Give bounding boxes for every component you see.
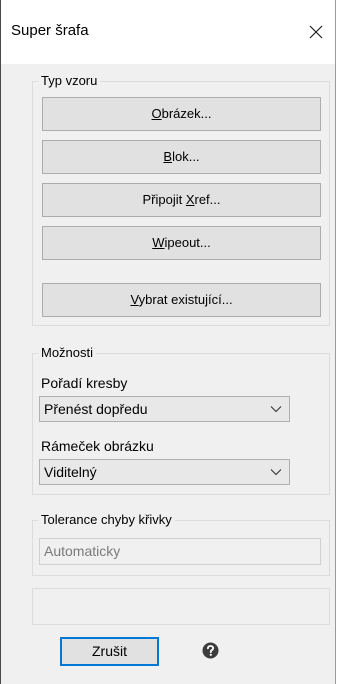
image-frame-label: Rámeček obrázku — [41, 438, 154, 454]
wipeout-button[interactable]: Wipeout... — [42, 226, 321, 260]
close-icon[interactable] — [301, 18, 331, 46]
curve-tolerance-field: Automaticky — [39, 538, 321, 565]
draw-order-select[interactable]: Přenést dopředu — [39, 396, 290, 422]
block-button[interactable]: Blok... — [42, 140, 321, 174]
super-hatch-dialog: Super šrafa Typ vzoru Obrázek... Blok...… — [0, 0, 336, 684]
image-button[interactable]: Obrázek... — [42, 97, 321, 131]
curve-tolerance-title: Tolerance chyby křivky — [38, 512, 175, 527]
image-frame-value: Viditelný — [44, 464, 97, 480]
window-title: Super šrafa — [11, 22, 89, 39]
cancel-button[interactable]: Zrušit — [60, 637, 159, 666]
draw-order-label: Pořadí kresby — [41, 375, 128, 391]
status-panel — [32, 588, 330, 625]
help-icon[interactable] — [202, 642, 219, 659]
pattern-type-title: Typ vzoru — [38, 73, 101, 88]
title-bar: Super šrafa — [1, 0, 335, 64]
draw-order-value: Přenést dopředu — [44, 401, 148, 417]
select-existing-button[interactable]: Vybrat existující... — [42, 283, 321, 317]
options-title: Možnosti — [38, 345, 97, 360]
chevron-down-icon — [270, 406, 282, 413]
chevron-down-icon — [270, 469, 282, 476]
attach-xref-button[interactable]: Připojit Xref... — [42, 183, 321, 217]
image-frame-select[interactable]: Viditelný — [39, 459, 290, 485]
